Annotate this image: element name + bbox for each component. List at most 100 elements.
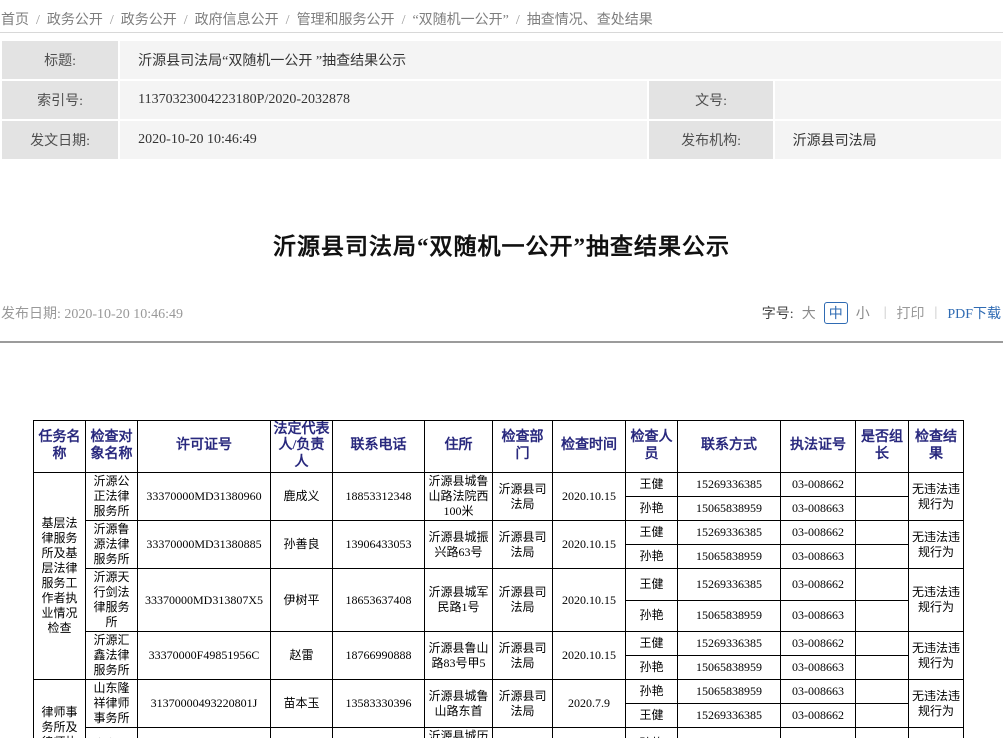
- breadcrumb-item[interactable]: 首页: [1, 13, 29, 28]
- cell-inspector-contact: 15269336385: [678, 569, 781, 601]
- table-row: 沂源天行剑法律服务所33370000MD313807X5伊树平186536374…: [34, 569, 964, 601]
- breadcrumb-separator: /: [184, 13, 188, 28]
- cell-inspector-name: 孙艳: [626, 497, 678, 521]
- meta-row-date: 发文日期: 2020-10-20 10:46:49 发布机构: 沂源县司法局: [2, 121, 1001, 159]
- breadcrumb-item[interactable]: 政务公开: [121, 13, 177, 28]
- column-header: 检查人员: [626, 421, 678, 473]
- cell-department: 沂源县司法局: [493, 680, 553, 728]
- cell-inspector-contact: 15065838959: [678, 680, 781, 704]
- cell-inspector-contact: 15065838959: [678, 497, 781, 521]
- cell-inspect-date: 2020.10.15: [553, 521, 626, 569]
- cell-phone: 13573350446: [333, 728, 425, 738]
- cell-is-leader: [856, 728, 909, 738]
- breadcrumb-separator: /: [36, 13, 40, 28]
- column-header: 任务名称: [34, 421, 86, 473]
- table-row: 沂源汇鑫法律服务所33370000F49851956C赵雷18766990888…: [34, 632, 964, 656]
- cell-is-leader: [856, 545, 909, 569]
- cell-license-no: 33370000F49851956C: [138, 632, 271, 680]
- cell-cert-no: 03-008662: [781, 632, 856, 656]
- cell-result: 无违法违规行为: [909, 632, 964, 680]
- toolbar-separator: |: [935, 305, 938, 321]
- meta-value-doc-no: [775, 81, 1001, 119]
- cell-cert-no: 03-008663: [781, 728, 856, 738]
- cell-phone: 13906433053: [333, 521, 425, 569]
- breadcrumb-separator: /: [110, 13, 114, 28]
- horizontal-divider: [0, 341, 1003, 343]
- cell-target-name: 沂源天行剑法律服务所: [86, 569, 138, 632]
- cell-license-no: 31370000493219923R: [138, 728, 271, 738]
- meta-row-index: 索引号: 11370323004223180P/2020-2032878 文号:: [2, 81, 1001, 119]
- cell-license-no: 33370000MD31380885: [138, 521, 271, 569]
- cell-address: 沂源县城历山路49号沂源商务大厦B座16楼: [425, 728, 493, 738]
- breadcrumb-separator: /: [286, 13, 290, 28]
- column-header: 住所: [425, 421, 493, 473]
- table-row: 山东民意律师事务所31370000493219923R宋志民1357335044…: [34, 728, 964, 738]
- cell-inspector-name: 王健: [626, 521, 678, 545]
- meta-value-title: 沂源县司法局“双随机一公开 ”抽查结果公示: [120, 41, 1001, 79]
- cell-cert-no: 03-008663: [781, 497, 856, 521]
- cell-legal-rep: 赵雷: [271, 632, 333, 680]
- font-size-large-button[interactable]: 大: [802, 303, 816, 323]
- cell-result: 无违法违规行为: [909, 473, 964, 521]
- cell-address: 沂源县城振兴路63号: [425, 521, 493, 569]
- cell-is-leader: [856, 656, 909, 680]
- breadcrumb-separator: /: [516, 13, 520, 28]
- cell-result: 无违法违规行为: [909, 728, 964, 738]
- meta-value-issue-date: 2020-10-20 10:46:49: [120, 121, 647, 159]
- cell-inspector-contact: 15065838959: [678, 656, 781, 680]
- print-button[interactable]: 打印: [897, 303, 925, 323]
- cell-task-name: 基层法律服务所及基层法律服务工作者执业情况检查: [34, 473, 86, 680]
- cell-task-name: 律师事务所及律师执业情况: [34, 680, 86, 738]
- publish-date-value: 2020-10-20 10:46:49: [64, 307, 183, 322]
- breadcrumb-item[interactable]: 政府信息公开: [195, 13, 279, 28]
- cell-result: 无违法违规行为: [909, 521, 964, 569]
- cell-cert-no: 03-008662: [781, 569, 856, 601]
- table-row: 沂源鲁源法律服务所33370000MD31380885孙善良1390643305…: [34, 521, 964, 545]
- cell-phone: 18853312348: [333, 473, 425, 521]
- breadcrumb-item[interactable]: 政务公开: [47, 13, 103, 28]
- cell-is-leader: [856, 473, 909, 497]
- cell-inspector-contact: 15269336385: [678, 632, 781, 656]
- breadcrumb-item[interactable]: 抽查情况、查处结果: [527, 13, 653, 28]
- column-header: 检查部门: [493, 421, 553, 473]
- column-header: 检查时间: [553, 421, 626, 473]
- cell-legal-rep: 鹿成义: [271, 473, 333, 521]
- meta-label-doc-no: 文号:: [649, 81, 772, 119]
- column-header: 是否组长: [856, 421, 909, 473]
- meta-value-index-no: 11370323004223180P/2020-2032878: [120, 81, 647, 119]
- font-size-medium-button[interactable]: 中: [824, 302, 848, 324]
- cell-is-leader: [856, 680, 909, 704]
- cell-department: 沂源县司法局: [493, 728, 553, 738]
- cell-department: 沂源县司法局: [493, 521, 553, 569]
- article-toolbar: 字号: 大 中 小 | 打印 | PDF下载: [762, 302, 1001, 324]
- column-header: 联系电话: [333, 421, 425, 473]
- cell-phone: 13583330396: [333, 680, 425, 728]
- cell-result: 无违法违规行为: [909, 569, 964, 632]
- breadcrumb-item[interactable]: “双随机一公开”: [412, 13, 508, 28]
- column-header: 法定代表人/负责人: [271, 421, 333, 473]
- publish-date-label: 发布日期:: [1, 307, 61, 322]
- breadcrumb-item[interactable]: 管理和服务公开: [297, 13, 395, 28]
- cell-inspector-name: 孙艳: [626, 545, 678, 569]
- cell-legal-rep: 孙善良: [271, 521, 333, 569]
- toolbar-separator: |: [884, 305, 887, 321]
- publish-date: 发布日期: 2020-10-20 10:46:49: [1, 303, 183, 323]
- cell-target-name: 山东民意律师事务所: [86, 728, 138, 738]
- cell-cert-no: 03-008662: [781, 704, 856, 728]
- cell-target-name: 沂源公正法律服务所: [86, 473, 138, 521]
- cell-is-leader: [856, 704, 909, 728]
- cell-is-leader: [856, 569, 909, 601]
- cell-license-no: 33370000MD31380960: [138, 473, 271, 521]
- table-row: 基层法律服务所及基层法律服务工作者执业情况检查沂源公正法律服务所33370000…: [34, 473, 964, 497]
- cell-inspector-name: 王健: [626, 569, 678, 601]
- cell-phone: 18653637408: [333, 569, 425, 632]
- font-size-label: 字号:: [762, 303, 794, 323]
- pdf-download-button[interactable]: PDF下载: [947, 303, 1001, 323]
- cell-result: 无违法违规行为: [909, 680, 964, 728]
- cell-inspect-date: 2020.7.9: [553, 680, 626, 728]
- cell-legal-rep: 苗本玉: [271, 680, 333, 728]
- font-size-small-button[interactable]: 小: [856, 303, 870, 323]
- breadcrumb: 首页/政务公开/政务公开/政府信息公开/管理和服务公开/“双随机一公开”/抽查情…: [0, 0, 1003, 33]
- article-toolbar-row: 发布日期: 2020-10-20 10:46:49 字号: 大 中 小 | 打印…: [0, 302, 1003, 324]
- cell-inspect-date: 2020.7.9: [553, 728, 626, 738]
